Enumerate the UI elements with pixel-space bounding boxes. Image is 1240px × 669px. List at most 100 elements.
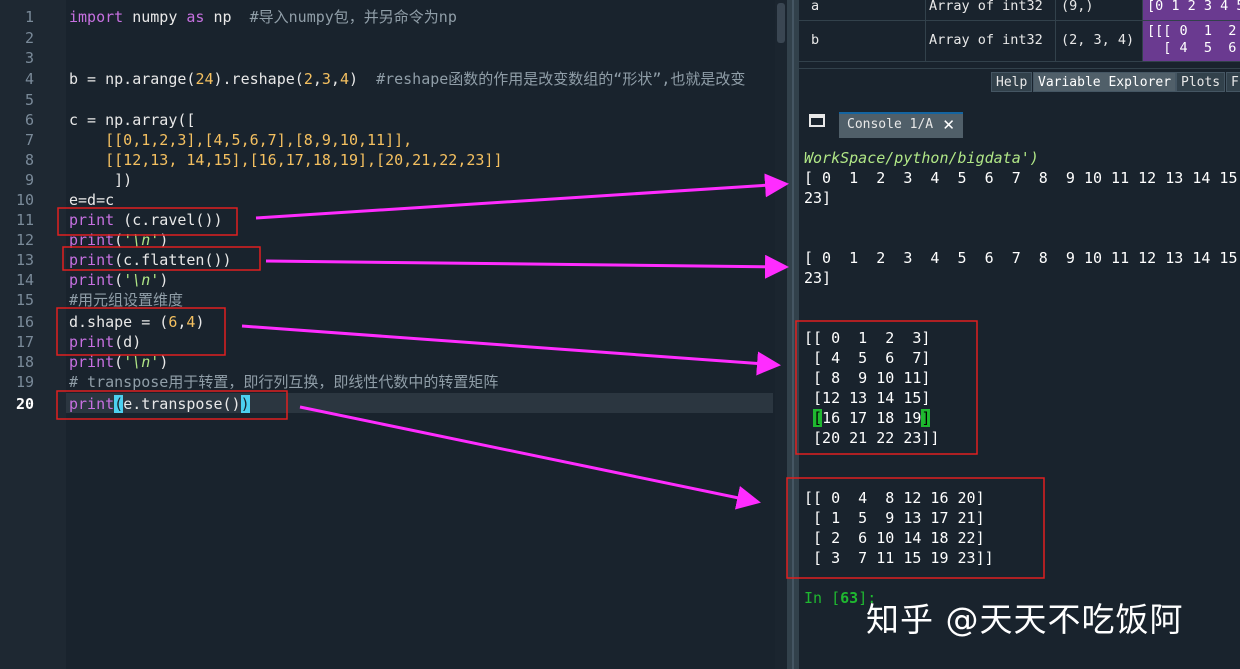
code-line-12[interactable]: print('\n') [69, 230, 168, 250]
tab-help[interactable]: Help [991, 72, 1033, 92]
code-text: b = np.arange( [69, 70, 196, 88]
scrollbar-thumb[interactable] [777, 3, 785, 43]
code-line-11[interactable]: print (c.ravel()) [69, 210, 223, 230]
code-text: ( [114, 271, 124, 289]
number: 4 [339, 70, 349, 88]
code-line-10[interactable]: e=d=c [69, 190, 114, 210]
watermark: 知乎 @天天不吃饭阿 [866, 600, 1184, 639]
builtin-function: print [69, 271, 115, 289]
code-line-9[interactable]: ]) [69, 170, 132, 190]
code-text: (c.ravel()) [114, 211, 223, 229]
code-line-1[interactable]: import numpy as np #导入numpy包，并另命令为np [69, 7, 457, 27]
comment: #reshape函数的作用是改变数组的“形状”,也就是改变 [376, 70, 746, 88]
code-text: ( [114, 353, 124, 371]
line-number: 5 [24, 91, 34, 109]
console-output-line: [[ 0 4 8 12 16 20] [804, 489, 985, 507]
tab-files[interactable]: F [1226, 72, 1240, 92]
close-icon[interactable]: ✕ [942, 114, 955, 136]
variable-name: b [811, 32, 820, 48]
prompt-number: 63 [840, 589, 859, 607]
code-text: ) [348, 70, 377, 88]
line-number-gutter: 1 2 3 4 5 6 7 8 9 10 11 12 13 14 15 16 1… [0, 0, 66, 669]
console-output-line: [ 0 1 2 3 4 5 6 7 8 9 10 11 12 13 14 15 [804, 249, 1238, 267]
line-number: 8 [24, 151, 34, 169]
code-line-7[interactable]: [[0,1,2,3],[4,5,6,7],[8,9,10,11]], [69, 130, 412, 150]
code-line-19[interactable]: # transpose用于转置，即行列互换，即线性代数中的转置矩阵 [69, 372, 498, 392]
line-number: 18 [15, 353, 34, 371]
builtin-function: print [69, 251, 115, 269]
console-tab-label: Console 1/A [847, 117, 934, 132]
code-line-16[interactable]: d.shape = (6,4) [69, 312, 204, 332]
console-output-line: [16 17 18 19] [804, 408, 931, 428]
code-line-20[interactable]: print(e.transpose()) [69, 394, 250, 414]
console-output-line: [[ 0 1 2 3] [804, 329, 931, 347]
ipython-console[interactable]: WorkSpace/python/bigdata') [ 0 1 2 3 4 5… [799, 140, 1240, 669]
matched-bracket: [ [813, 409, 823, 427]
variable-size: (2, 3, 4) [1061, 32, 1135, 48]
tab-console[interactable]: Console 1/A ✕ [839, 112, 963, 138]
line-number: 9 [24, 171, 34, 189]
console-options-icon[interactable] [809, 114, 825, 127]
string: '\n' [123, 353, 160, 371]
builtin-function: print [69, 231, 115, 249]
code-text: , [312, 70, 322, 88]
console-output-line: WorkSpace/python/bigdata') [804, 149, 1039, 167]
variable-explorer[interactable]: a Array of int32 (9,) [0 1 2 3 4 5 b Arr… [799, 0, 1240, 66]
line-number: 12 [15, 231, 34, 249]
console-output-line: [ 4 5 6 7] [804, 349, 931, 367]
string: '\n' [123, 231, 160, 249]
pane-splitter[interactable] [787, 0, 799, 669]
variable-value: [[[ 0 1 2 [ 4 5 6 [1143, 21, 1240, 61]
code-line-18[interactable]: print('\n') [69, 352, 168, 372]
builtin-function: print [69, 353, 115, 371]
string: '\n' [123, 271, 160, 289]
line-number: 11 [15, 211, 34, 229]
code-text: ( [114, 231, 124, 249]
code-text: ).reshape( [213, 70, 304, 88]
line-number: 6 [24, 111, 34, 129]
code-text: ) [195, 313, 205, 331]
tab-variable-explorer[interactable]: Variable Explorer [1033, 72, 1177, 92]
pane-tab-bar: Help Variable Explorer Plots F [799, 68, 1240, 94]
number: 2 [303, 70, 313, 88]
line-number: 13 [15, 251, 34, 269]
line-number: 4 [24, 70, 34, 88]
code-text: , [330, 70, 340, 88]
column-divider [1055, 21, 1056, 61]
line-number: 2 [24, 29, 34, 47]
code-line-4[interactable]: b = np.arange(24).reshape(2,3,4) #reshap… [69, 69, 745, 89]
code-text: (d) [114, 333, 142, 351]
code-line-13[interactable]: print(c.flatten()) [69, 250, 232, 270]
builtin-function: print [69, 211, 115, 229]
variable-row[interactable]: b Array of int32 (2, 3, 4) [[[ 0 1 2 [ 4… [799, 21, 1240, 62]
column-divider [925, 0, 926, 20]
variable-row[interactable]: a Array of int32 (9,) [0 1 2 3 4 5 [799, 0, 1240, 21]
code-text: ) [159, 231, 169, 249]
code-text: e.transpose() [123, 395, 241, 413]
console-output-line: [ 8 9 10 11] [804, 369, 931, 387]
code-line-14[interactable]: print('\n') [69, 270, 168, 290]
comment: #导入numpy包，并另命令为np [249, 8, 457, 26]
code-line-17[interactable]: print(d) [69, 332, 141, 352]
editor-scrollbar[interactable] [775, 0, 787, 669]
line-number-active: 20 [15, 395, 34, 413]
builtin-function: print [69, 395, 115, 413]
console-output-line: 23] [804, 189, 832, 207]
line-number: 15 [15, 291, 34, 309]
console-text: 16 17 18 19 [822, 409, 922, 427]
console-output-line: [ 1 5 9 13 17 21] [804, 509, 985, 527]
builtin-function: print [69, 333, 115, 351]
matched-bracket: ( [114, 395, 124, 413]
console-output-line: 23] [804, 269, 832, 287]
line-number: 19 [15, 373, 34, 391]
column-divider [1055, 0, 1056, 20]
code-line-8[interactable]: [[12,13, 14,15],[16,17,18,19],[20,21,22,… [69, 150, 502, 170]
code-editor[interactable]: 1 2 3 4 5 6 7 8 9 10 11 12 13 14 15 16 1… [0, 0, 787, 669]
code-line-15[interactable]: #用元组设置维度 [69, 290, 183, 310]
line-number: 17 [15, 333, 34, 351]
console-output-line: [ 0 1 2 3 4 5 6 7 8 9 10 11 12 13 14 15 [804, 169, 1238, 187]
console-output-line: [ 2 6 10 14 18 22] [804, 529, 985, 547]
code-line-6[interactable]: c = np.array([ [69, 110, 195, 130]
tab-plots[interactable]: Plots [1176, 72, 1226, 92]
